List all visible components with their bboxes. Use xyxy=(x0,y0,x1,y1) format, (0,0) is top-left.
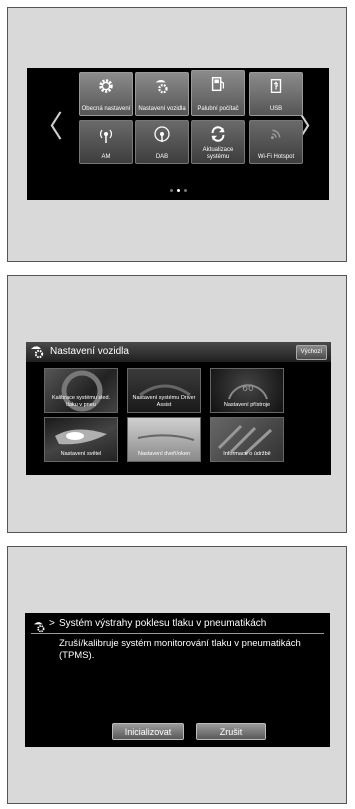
refresh-icon xyxy=(211,126,225,142)
page-dot xyxy=(169,189,173,192)
vehicle-settings-screen: Nastavení vozidla Výchozí Kalibrace syst… xyxy=(26,342,331,475)
gear-icon xyxy=(99,79,113,93)
tile-label: Nastavení vozidla xyxy=(138,106,186,112)
tile-general-settings[interactable]: Obecná nastavení xyxy=(79,72,133,116)
breadcrumb-separator: > xyxy=(49,618,55,629)
tile-label: AM xyxy=(101,154,111,160)
svg-text:60: 60 xyxy=(242,384,254,394)
card-lighting-settings[interactable]: Nastavení světel xyxy=(44,417,118,462)
tpms-panel: > Systém výstrahy poklesu tlaku v pneuma… xyxy=(7,546,347,804)
page-dot xyxy=(183,189,187,192)
header-divider xyxy=(31,633,324,634)
cancel-button[interactable]: Zrušit xyxy=(196,723,266,740)
tile-system-update[interactable]: Aktualizace systému xyxy=(191,120,245,164)
fuel-computer-icon xyxy=(211,76,225,92)
tile-vehicle-settings[interactable]: Nastavení vozidla xyxy=(135,72,189,116)
card-instrument-settings[interactable]: 60 Nastavení přístroje xyxy=(210,368,284,413)
page-title: Nastavení vozidla xyxy=(50,346,129,357)
tile-am[interactable]: AM xyxy=(79,120,133,164)
tile-label: USB xyxy=(269,106,283,112)
car-settings-icon xyxy=(31,346,44,359)
dab-antenna-icon xyxy=(154,126,170,142)
wifi-icon xyxy=(270,129,281,140)
description-text: Zruší/kalibruje systém monitorování tlak… xyxy=(59,638,301,661)
card-label: Informace o údržbě xyxy=(223,450,271,457)
am-antenna-icon xyxy=(99,129,113,143)
tile-label: DAB xyxy=(155,154,169,160)
prev-page-arrow[interactable]: 〈 xyxy=(33,113,63,143)
card-label: Kalibrace systému sled. tlaku v pneu xyxy=(51,395,111,408)
default-button[interactable]: Výchozí xyxy=(295,345,327,360)
card-label: Nastavení světel xyxy=(60,450,102,457)
tile-label: Aktualizace systému xyxy=(202,147,234,160)
usb-icon xyxy=(270,79,282,93)
tile-label: Palubní počítač xyxy=(197,106,239,112)
tile-label: Wi-Fi Hotspot xyxy=(257,154,295,160)
initialize-button[interactable]: Inicializovat xyxy=(112,723,184,740)
home-screen-panel: 〈 〉 Obecná nastavení Nastavení vozidla P… xyxy=(7,7,347,262)
card-label: Nastavení dveří/oken xyxy=(138,450,190,457)
car-settings-icon xyxy=(155,80,168,94)
tpms-screen: > Systém výstrahy poklesu tlaku v pneuma… xyxy=(25,613,330,747)
tile-trip-computer[interactable]: Palubní počítač xyxy=(191,70,245,116)
tile-dab[interactable]: DAB xyxy=(135,120,189,164)
page-title: Systém výstrahy poklesu tlaku v pneumati… xyxy=(59,618,267,629)
tile-label: Obecná nastavení xyxy=(81,106,131,112)
vehicle-settings-panel: Nastavení vozidla Výchozí Kalibrace syst… xyxy=(7,275,347,533)
page-dot-active xyxy=(176,189,180,192)
card-tpms-calibration[interactable]: Kalibrace systému sled. tlaku v pneu xyxy=(44,368,118,413)
screen-header: Nastavení vozidla Výchozí xyxy=(26,342,331,362)
tile-usb[interactable]: USB xyxy=(249,72,303,116)
page-indicator xyxy=(27,179,329,197)
card-label: Nastavení přístroje xyxy=(223,401,271,408)
card-maintenance-info[interactable]: Informace o údržbě xyxy=(210,417,284,462)
card-driver-assist[interactable]: Nastavení systému Driver Assist xyxy=(127,368,201,413)
home-screen: 〈 〉 Obecná nastavení Nastavení vozidla P… xyxy=(27,68,329,200)
card-label: Nastavení systému Driver Assist xyxy=(132,395,196,408)
card-door-window-settings[interactable]: Nastavení dveří/oken xyxy=(127,417,201,462)
tile-wifi-hotspot[interactable]: Wi-Fi Hotspot xyxy=(249,120,303,164)
car-settings-icon xyxy=(34,622,45,633)
